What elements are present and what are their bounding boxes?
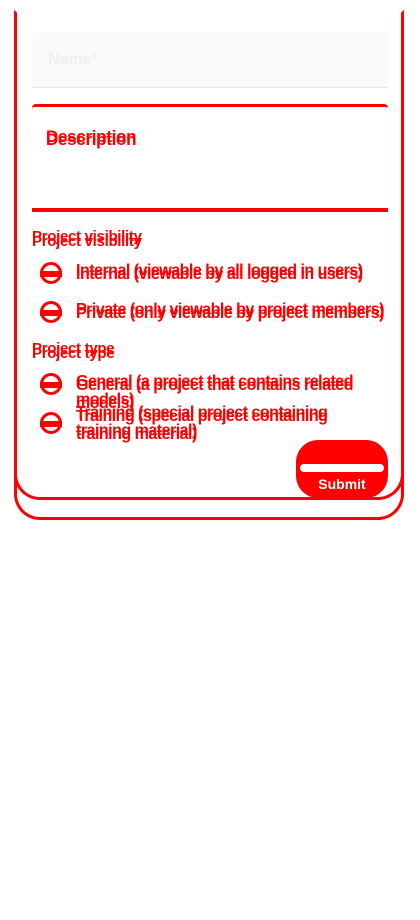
project-visibility-label: Project visibility <box>32 228 142 245</box>
submit-button-highlight <box>300 464 384 472</box>
radio-training[interactable] <box>40 412 62 434</box>
radio-general[interactable] <box>40 373 62 395</box>
visibility-option-private-label: Private (only viewable by project member… <box>76 301 385 318</box>
project-type-label: Project type <box>32 340 115 357</box>
visibility-option-internal-label: Internal (viewable by all logged in user… <box>76 262 363 279</box>
description-field[interactable]: Description <box>32 104 388 212</box>
name-field-label: Name* <box>48 51 98 68</box>
submit-button[interactable]: Submit <box>296 440 388 498</box>
name-field[interactable]: Name* <box>32 32 388 88</box>
description-field-label: Description <box>46 127 137 146</box>
type-option-training-label: Training (special project containing tra… <box>76 404 328 439</box>
radio-private[interactable] <box>40 301 62 323</box>
submit-button-label: Submit <box>318 476 366 492</box>
radio-internal[interactable] <box>40 262 62 284</box>
